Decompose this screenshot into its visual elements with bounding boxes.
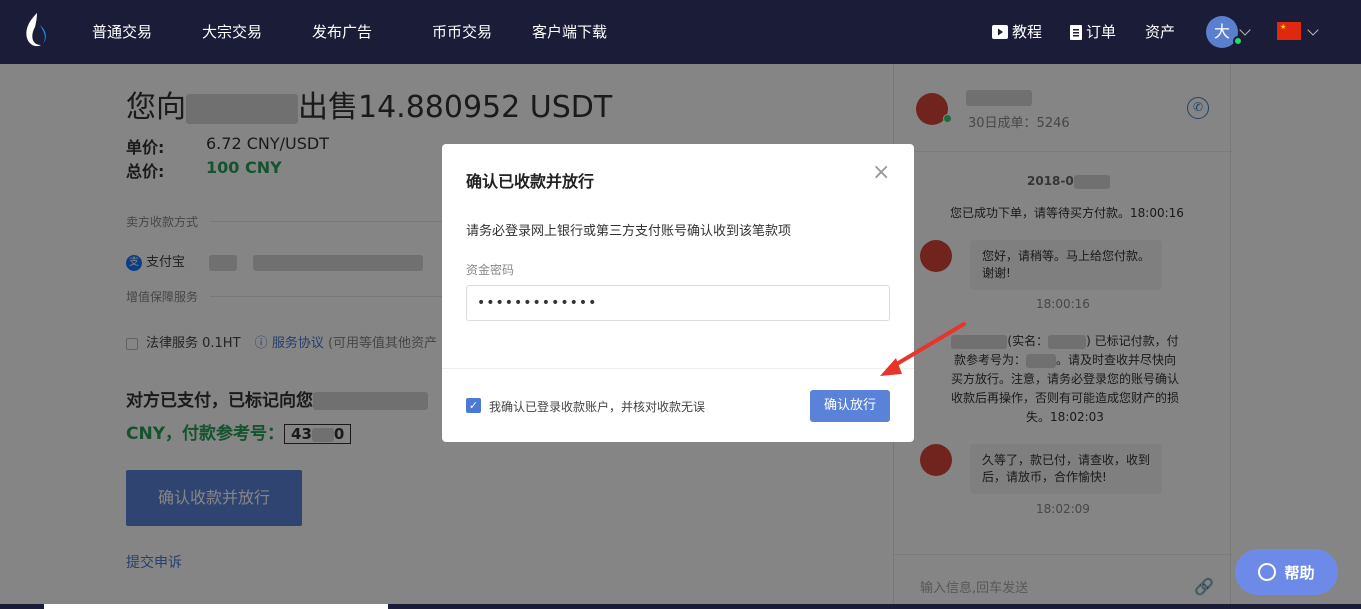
- fund-password-input[interactable]: [466, 285, 890, 321]
- flag-star-icon: ★: [1280, 23, 1287, 31]
- logo-flame-icon[interactable]: [22, 12, 50, 48]
- confirm-release-modal-button[interactable]: 确认放行: [810, 390, 890, 422]
- help-button[interactable]: 帮助: [1235, 549, 1338, 595]
- nav-post-ad[interactable]: 发布广告: [312, 0, 372, 64]
- document-icon: [1070, 24, 1082, 40]
- bottom-taskbar-strip: [0, 604, 1361, 609]
- close-icon[interactable]: ×: [872, 162, 890, 184]
- modal-notice: 请务必登录网上银行或第三方支付账号确认收到该笔款项: [466, 224, 792, 239]
- modal-divider: [442, 368, 914, 369]
- online-status-dot: [1233, 36, 1243, 46]
- chevron-down-icon[interactable]: [1239, 24, 1251, 36]
- nav-orders[interactable]: 订单: [1070, 0, 1116, 64]
- confirm-checkbox[interactable]: ✓: [466, 398, 481, 413]
- nav-regular-trade[interactable]: 普通交易: [92, 0, 152, 64]
- nav-coin-trade[interactable]: 币币交易: [432, 0, 492, 64]
- chat-bubble-icon: [1258, 563, 1277, 581]
- nav-block-trade[interactable]: 大宗交易: [202, 0, 262, 64]
- nav-tutorial[interactable]: 教程: [992, 0, 1042, 64]
- nav-assets[interactable]: 资产: [1145, 0, 1175, 64]
- play-icon: [992, 25, 1008, 39]
- confirm-checkbox-label[interactable]: 我确认已登录收款账户，并核对收款无误: [489, 398, 705, 415]
- nav-client-download[interactable]: 客户端下载: [532, 0, 607, 64]
- confirm-release-modal: 确认已收款并放行 × 请务必登录网上银行或第三方支付账号确认收到该笔款项 资金密…: [442, 144, 914, 442]
- fund-password-label: 资金密码: [466, 263, 515, 277]
- modal-title: 确认已收款并放行: [466, 172, 595, 191]
- nav-tutorial-label: 教程: [1012, 23, 1043, 41]
- red-arrow-icon: [880, 322, 966, 376]
- language-chevron-down-icon[interactable]: [1307, 24, 1319, 36]
- china-flag-icon[interactable]: ★: [1277, 22, 1301, 40]
- nav-orders-label: 订单: [1086, 23, 1117, 41]
- taskbar-segment: [44, 604, 388, 609]
- top-navbar: 普通交易 大宗交易 发布广告 币币交易 客户端下载 教程 订单 资产 大 ★: [0, 0, 1361, 64]
- help-label: 帮助: [1284, 563, 1315, 582]
